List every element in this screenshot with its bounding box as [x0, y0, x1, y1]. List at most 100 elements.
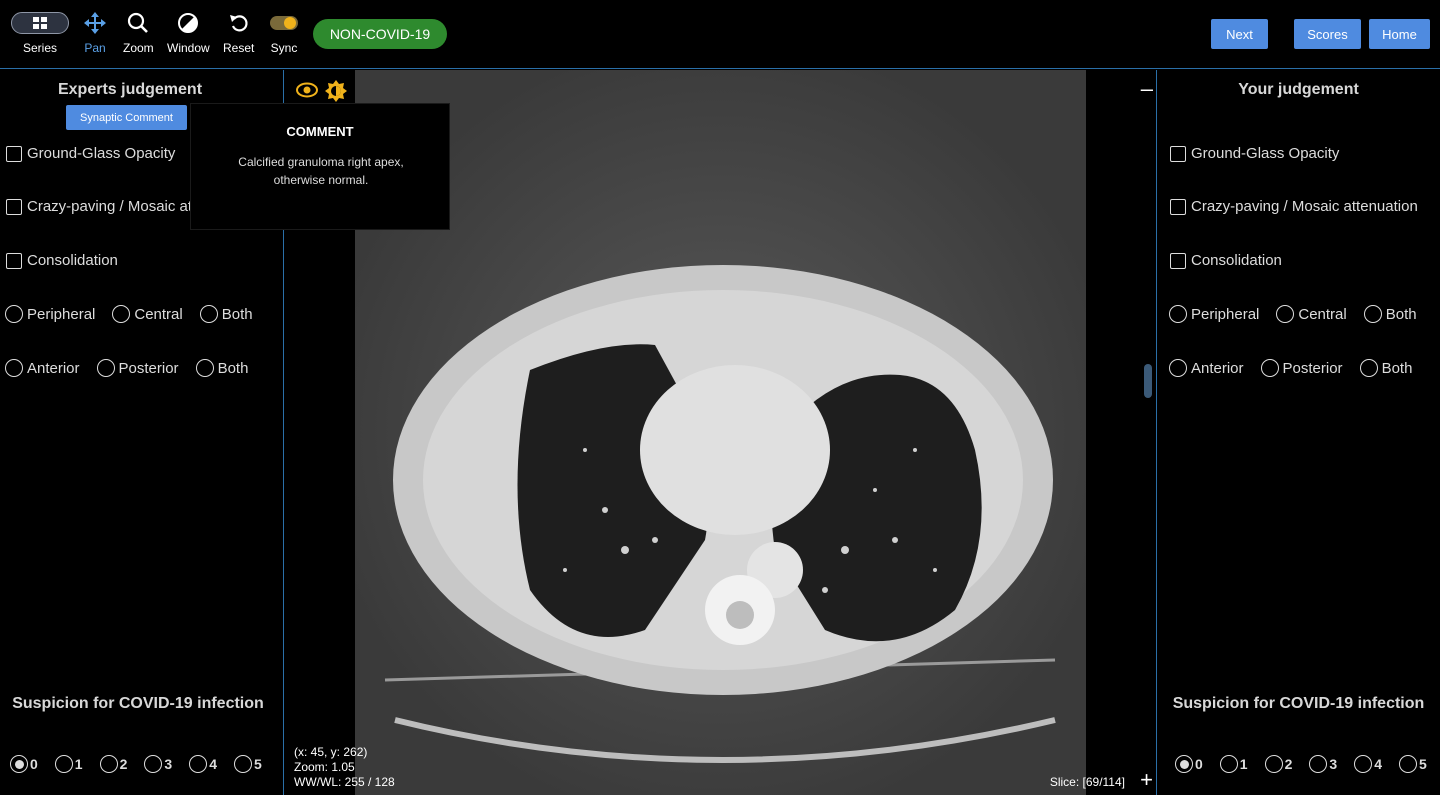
score-label: 4 [1374, 756, 1382, 772]
your-peripheral-label: Peripheral [1191, 305, 1260, 323]
move-icon [84, 10, 106, 36]
radio-icon [5, 305, 23, 323]
radio-icon [1309, 755, 1328, 773]
your-score-4[interactable]: 4 [1354, 755, 1382, 773]
your-consolidation-label: Consolidation [1191, 252, 1282, 269]
brightness-icon[interactable] [325, 80, 347, 102]
your-anterior-option[interactable]: Anterior [1169, 359, 1244, 377]
radio-icon [233, 755, 252, 773]
your-ggo-checkbox[interactable] [1170, 145, 1186, 162]
your-both2-label: Both [1381, 359, 1413, 377]
your-panel: Your judgement Ground-Glass Opacity Craz… [1156, 70, 1440, 795]
series-tool[interactable]: Series [11, 10, 69, 55]
experts-anterior-label: Anterior [27, 359, 80, 377]
score-label: 1 [1239, 756, 1248, 772]
your-anterior-label: Anterior [1191, 359, 1244, 377]
experts-crazy-checkbox[interactable] [6, 198, 22, 215]
experts-ggo-checkbox[interactable] [6, 145, 22, 162]
toggle-icon [269, 10, 299, 36]
radio-icon [54, 755, 73, 773]
scores-button[interactable]: Scores [1294, 19, 1361, 49]
your-central-label: Central [1298, 305, 1347, 323]
radio-icon [1219, 755, 1238, 773]
experts-ap-row: Anterior Posterior Both [5, 359, 265, 377]
home-button[interactable]: Home [1369, 19, 1430, 49]
your-score-3[interactable]: 3 [1309, 755, 1337, 773]
experts-score-0[interactable]: 0 [10, 755, 38, 773]
your-both1-label: Both [1385, 305, 1417, 323]
your-score-2[interactable]: 2 [1264, 755, 1293, 773]
reset-tool[interactable]: Reset [223, 10, 254, 55]
experts-posterior-option[interactable]: Posterior [96, 359, 179, 377]
score-label: 2 [119, 756, 128, 772]
your-score-1[interactable]: 1 [1219, 755, 1248, 773]
cursor-coordinates: (x: 45, y: 262) [294, 745, 368, 759]
score-label: 2 [1284, 756, 1293, 772]
your-crazy-label: Crazy-paving / Mosaic attenuation [1191, 198, 1418, 215]
collapse-button[interactable]: – [1141, 76, 1153, 102]
synaptic-comment-button[interactable]: Synaptic Comment [66, 105, 187, 130]
next-button[interactable]: Next [1211, 19, 1268, 49]
your-suspicion-title: Suspicion for COVID-19 infection [1172, 695, 1425, 712]
score-label: 0 [30, 756, 38, 772]
comment-popover: COMMENT Calcified granuloma right apex, … [190, 103, 450, 230]
magnifier-icon [127, 10, 149, 36]
your-posterior-option[interactable]: Posterior [1260, 359, 1343, 377]
experts-anterior-option[interactable]: Anterior [5, 359, 80, 377]
radio-icon [1264, 755, 1283, 773]
score-label: 4 [209, 756, 217, 772]
experts-score-3[interactable]: 3 [144, 755, 172, 773]
sync-tool[interactable]: Sync [269, 10, 299, 55]
contrast-icon [177, 10, 199, 36]
experts-both2-label: Both [217, 359, 249, 377]
eye-icon[interactable] [296, 80, 318, 100]
undo-icon [228, 10, 250, 36]
your-title: Your judgement [1238, 81, 1359, 98]
your-peripheral-option[interactable]: Peripheral [1169, 305, 1259, 323]
zoom-tool[interactable]: Zoom [123, 10, 154, 55]
reset-label: Reset [223, 41, 255, 55]
window-tool[interactable]: Window [167, 10, 210, 55]
experts-score-1[interactable]: 1 [54, 755, 83, 773]
experts-peripheral-label: Peripheral [27, 305, 96, 323]
experts-consolidation-row: Consolidation [6, 252, 118, 269]
ct-slice-image[interactable] [355, 70, 1086, 795]
pan-tool[interactable]: Pan [84, 10, 106, 55]
radio-icon [1354, 755, 1373, 773]
comment-title: COMMENT [286, 124, 354, 139]
experts-both2-option[interactable]: Both [195, 359, 249, 377]
your-consolidation-checkbox[interactable] [1170, 252, 1186, 269]
sync-label: Sync [270, 41, 298, 55]
your-crazy-row: Crazy-paving / Mosaic attenuation [1170, 198, 1418, 215]
your-crazy-checkbox[interactable] [1170, 198, 1186, 215]
your-central-option[interactable]: Central [1276, 305, 1347, 323]
experts-suspicion-title: Suspicion for COVID-19 infection [12, 695, 264, 712]
experts-score-4[interactable]: 4 [189, 755, 217, 773]
experts-central-option[interactable]: Central [112, 305, 183, 323]
expand-button[interactable]: + [1140, 767, 1153, 793]
score-label: 3 [164, 756, 173, 772]
experts-score-5[interactable]: 5 [233, 755, 262, 773]
grid-icon [11, 12, 69, 34]
slice-scrollbar[interactable] [1144, 364, 1152, 398]
radio-icon [112, 305, 131, 323]
window-label: Window [167, 41, 210, 55]
experts-consolidation-checkbox[interactable] [6, 252, 22, 269]
radio-icon [195, 359, 214, 377]
your-both2-option[interactable]: Both [1359, 359, 1413, 377]
your-both1-option[interactable]: Both [1363, 305, 1417, 323]
your-location-row: Peripheral Central Both [1169, 305, 1434, 323]
experts-location-row: Peripheral Central Both [5, 305, 270, 323]
experts-ggo-label: Ground-Glass Opacity [27, 145, 176, 162]
your-score-0[interactable]: 0 [1175, 755, 1203, 773]
radio-icon [1169, 359, 1187, 377]
experts-ggo-row: Ground-Glass Opacity [6, 145, 175, 162]
score-label: 3 [1329, 756, 1338, 772]
radio-selected-icon [10, 755, 28, 773]
your-score-5[interactable]: 5 [1398, 755, 1427, 773]
experts-both1-option[interactable]: Both [199, 305, 253, 323]
radio-icon [1359, 359, 1378, 377]
experts-peripheral-option[interactable]: Peripheral [5, 305, 95, 323]
radio-icon [1363, 305, 1382, 323]
experts-score-2[interactable]: 2 [99, 755, 128, 773]
